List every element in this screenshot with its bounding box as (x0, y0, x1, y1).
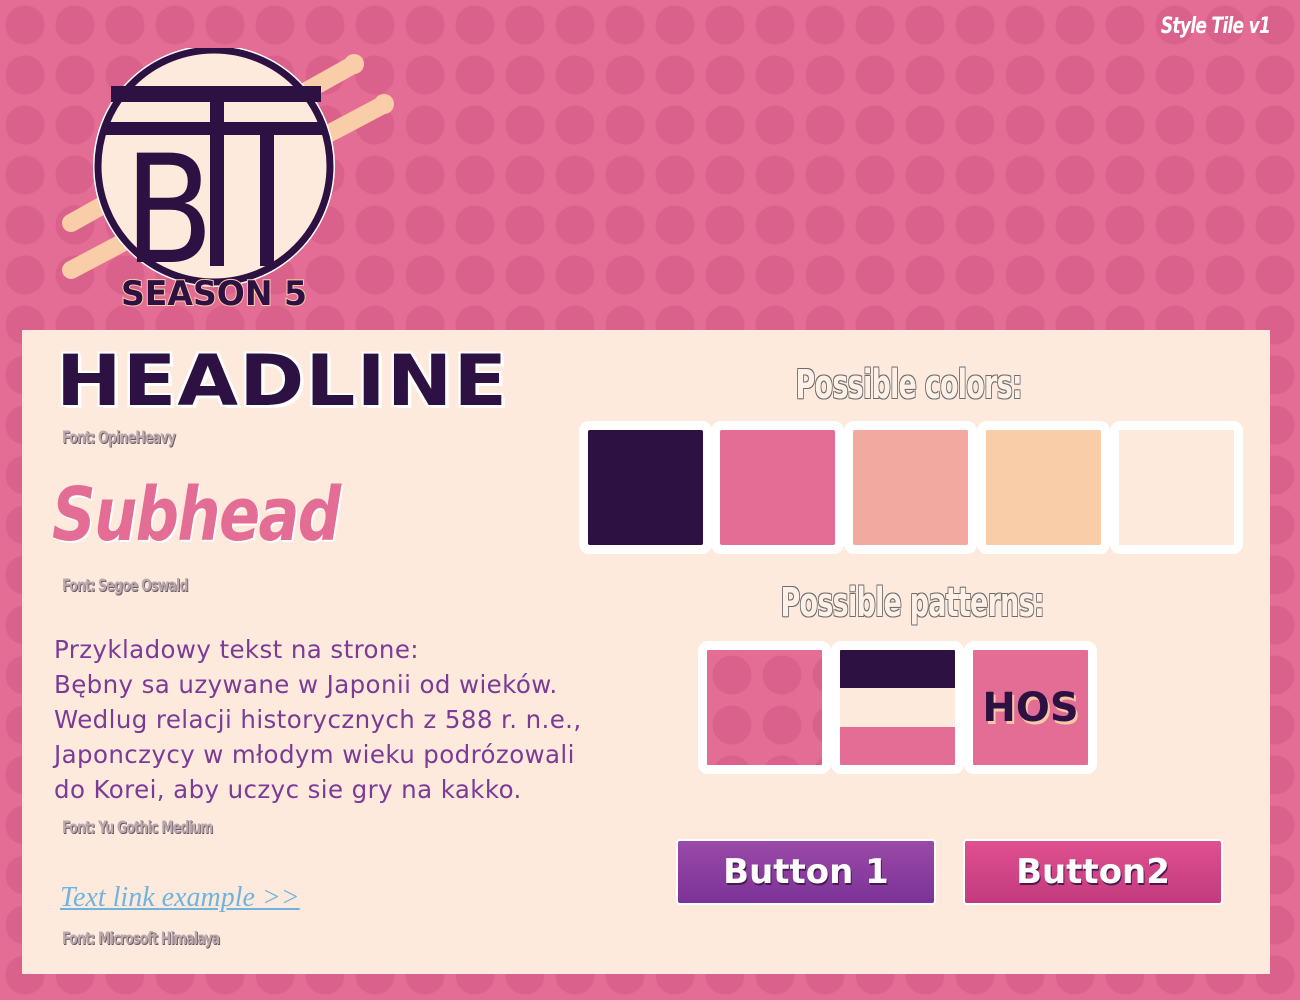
swatch-fill (1119, 430, 1234, 545)
button-2-label: Button2 (1016, 852, 1170, 892)
text-link-example[interactable]: Text link example >> (60, 882, 300, 914)
color-swatch (844, 421, 977, 554)
button-1[interactable]: Button 1 (676, 839, 936, 905)
headline-sample: HEADLINE (56, 340, 509, 422)
btt-logo: B SEASON 5 (62, 48, 394, 315)
color-swatch (579, 421, 712, 554)
body-line: Bębny sa uzywane w Japonii od wieków. (54, 670, 558, 699)
body-line: do Korei, aby uczyc sie gry na kakko. (54, 775, 522, 804)
svg-text:B: B (124, 124, 214, 298)
body-line: Japonczycy w młodym wieku podrózowali (54, 740, 575, 769)
dots-pattern (707, 650, 822, 765)
swatch-fill (720, 430, 835, 545)
pattern-text-swatch: HOS (964, 641, 1097, 774)
pattern-stripes-swatch (831, 641, 964, 774)
season-label: SEASON 5 (121, 274, 307, 314)
swatch-fill (986, 430, 1101, 545)
body-text-sample: Przykladowy tekst na strone: Bębny sa uz… (54, 632, 582, 807)
pattern-text-label: HOS (982, 684, 1079, 731)
text-pattern: HOS (973, 650, 1088, 765)
colors-heading: Possible colors: (795, 362, 1023, 408)
headline-font-note: Font: OpineHeavy (62, 428, 176, 448)
swatch-fill (853, 430, 968, 545)
subhead-font-note: Font: Segoe Oswald (62, 576, 188, 596)
button-1-label: Button 1 (723, 852, 889, 892)
link-font-note: Font: Microsoft Himalaya (62, 929, 220, 949)
pattern-dots-swatch (698, 641, 831, 774)
body-line: Przykladowy tekst na strone: (54, 635, 419, 664)
swatch-fill (588, 430, 703, 545)
button-2[interactable]: Button2 (963, 839, 1223, 905)
stripes-pattern (840, 650, 955, 765)
body-line: Wedlug relacji historycznych z 588 r. n.… (54, 705, 582, 734)
patterns-heading: Possible patterns: (780, 580, 1045, 626)
style-tile-panel: HEADLINE Font: OpineHeavy Subhead Font: … (22, 330, 1270, 974)
color-swatch (711, 421, 844, 554)
color-swatch (1110, 421, 1243, 554)
body-font-note: Font: Yu Gothic Medium (62, 818, 213, 838)
color-swatch (977, 421, 1110, 554)
style-tile-label: Style Tile v1 (1160, 14, 1271, 39)
subhead-sample: Subhead (52, 472, 341, 558)
